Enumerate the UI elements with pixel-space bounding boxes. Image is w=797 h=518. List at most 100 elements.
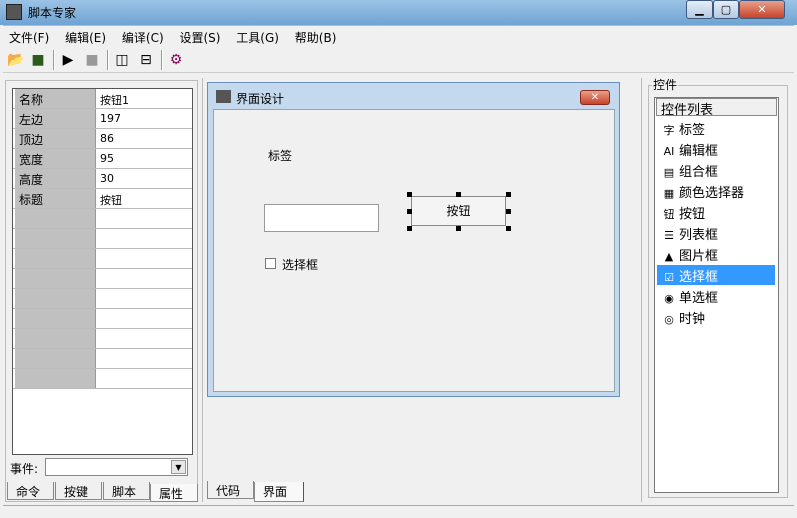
save-icon[interactable]: ■ [29, 51, 47, 69]
property-row-empty [13, 249, 192, 269]
close-button[interactable]: ✕ [739, 0, 785, 19]
control-icon: ▲ [664, 250, 674, 263]
menu-file[interactable]: 文件(F) [3, 26, 55, 46]
design-canvas[interactable]: 标签 按钮 选择框 [213, 109, 615, 392]
tab-command[interactable]: 命令 [7, 482, 54, 500]
property-row-empty [13, 289, 192, 309]
property-row-empty [13, 209, 192, 229]
toolbar: 📂 ■ ▶ ■ ◫ ⊟ ⚙ [3, 47, 794, 73]
chevron-down-icon[interactable]: ▼ [171, 460, 186, 474]
property-value[interactable]: 86 [97, 129, 117, 148]
control-icon: AI [663, 145, 675, 158]
maximize-button[interactable]: ▢ [713, 0, 739, 19]
control-item[interactable]: ☰ 列表框 [657, 223, 775, 243]
menu-compile[interactable]: 编译(C) [116, 26, 170, 46]
control-icon: 钮 [663, 208, 675, 221]
design-button[interactable]: 按钮 [411, 196, 506, 226]
menu-bar: 文件(F) 编辑(E) 编译(C) 设置(S) 工具(G) 帮助(B) [3, 25, 794, 46]
control-item[interactable]: ▲ 图片框 [657, 244, 775, 264]
property-value[interactable]: 按钮 [97, 189, 125, 211]
tab-properties[interactable]: 属性 [150, 484, 198, 502]
property-row-empty [13, 329, 192, 349]
design-title: 界面设计 [236, 92, 285, 106]
layout-left-icon[interactable]: ◫ [113, 51, 131, 69]
design-checkbox-label[interactable]: 选择框 [282, 256, 318, 273]
control-item[interactable]: ◉ 单选框 [657, 286, 775, 306]
stop-icon[interactable]: ■ [83, 51, 101, 69]
status-bar [3, 505, 794, 518]
control-label: 选择框 [679, 270, 719, 285]
property-key: 标题 [15, 189, 96, 208]
form-icon [216, 90, 231, 103]
tab-script[interactable]: 脚本 [103, 482, 150, 500]
design-edit-box[interactable] [264, 204, 379, 232]
property-row-empty [13, 229, 192, 249]
property-row[interactable]: 标题 按钮 [13, 189, 192, 209]
control-label: 单选框 [679, 291, 719, 306]
controls-group-label: 控件 [652, 76, 679, 93]
property-grid: 名称 按钮1 左边 197 顶边 86 宽度 95 高度 30 标题 按钮 [12, 88, 193, 455]
property-key: 名称 [15, 89, 96, 108]
menu-tools[interactable]: 工具(G) [230, 26, 285, 46]
property-row[interactable]: 高度 30 [13, 169, 192, 189]
layout-top-icon[interactable]: ⊟ [137, 51, 155, 69]
app-icon [6, 4, 22, 20]
property-row-empty [13, 369, 192, 389]
control-label: 按钮 [679, 207, 706, 222]
control-label: 颜色选择器 [679, 186, 745, 201]
control-icon: ☰ [664, 229, 674, 242]
property-key: 高度 [15, 169, 96, 188]
property-value[interactable]: 30 [97, 169, 117, 188]
control-icon: ▦ [663, 187, 675, 200]
design-checkbox[interactable] [265, 258, 276, 269]
controls-list-header[interactable]: 控件列表 [656, 98, 777, 118]
controls-list: 控件列表 字标签 AI 编辑框 ▤ 组合框 ▦ 颜色选择器钮按钮 ☰ 列表框 ▲ 图片框 ☑ 选择框 ◉ 单… [654, 97, 779, 493]
design-window: 界面设计 ✕ 标签 按钮 选择框 [207, 82, 620, 397]
control-label: 列表框 [679, 228, 719, 243]
control-item[interactable]: ◎ 时钟 [657, 307, 775, 327]
control-icon: ◎ [664, 313, 674, 326]
property-row-empty [13, 309, 192, 329]
property-value[interactable]: 95 [97, 149, 117, 168]
property-row[interactable]: 顶边 86 [13, 129, 192, 149]
property-key: 左边 [15, 109, 96, 128]
property-value[interactable]: 197 [97, 109, 124, 128]
tab-hotkey[interactable]: 按键 [55, 482, 102, 500]
control-icon: ◉ [664, 292, 674, 305]
control-item[interactable]: 字标签 [657, 118, 775, 138]
property-key: 顶边 [15, 129, 96, 148]
menu-edit[interactable]: 编辑(E) [59, 26, 112, 46]
tab-code[interactable]: 代码 [207, 481, 254, 499]
event-label: 事件: [10, 462, 39, 476]
control-label: 组合框 [679, 165, 719, 180]
menu-settings[interactable]: 设置(S) [173, 26, 226, 46]
control-icon: 字 [663, 124, 675, 137]
property-key: 宽度 [15, 149, 96, 168]
tool-icon[interactable]: ⚙ [167, 51, 185, 69]
property-row-empty [13, 269, 192, 289]
run-icon[interactable]: ▶ [59, 51, 77, 69]
control-label: 图片框 [679, 249, 719, 264]
control-icon: ☑ [664, 271, 674, 284]
control-item[interactable]: AI 编辑框 [657, 139, 775, 159]
control-item[interactable]: 钮按钮 [657, 202, 775, 222]
property-row[interactable]: 名称 按钮1 [13, 89, 192, 109]
app-title: 脚本专家 [28, 6, 77, 20]
property-row[interactable]: 宽度 95 [13, 149, 192, 169]
control-label: 标签 [679, 123, 706, 138]
design-label[interactable]: 标签 [268, 147, 292, 164]
control-item[interactable]: ▤ 组合框 [657, 160, 775, 180]
minimize-button[interactable]: ▁ [686, 0, 713, 19]
open-folder-icon[interactable]: 📂 [7, 51, 25, 69]
control-icon: ▤ [663, 166, 675, 179]
event-select[interactable]: ▼ [45, 458, 188, 476]
control-label: 时钟 [679, 312, 706, 327]
property-row-empty [13, 349, 192, 369]
property-row[interactable]: 左边 197 [13, 109, 192, 129]
control-item[interactable]: ☑ 选择框 [657, 265, 775, 285]
design-close-button[interactable]: ✕ [580, 90, 610, 105]
control-item[interactable]: ▦ 颜色选择器 [657, 181, 775, 201]
menu-help[interactable]: 帮助(B) [289, 26, 343, 46]
property-value[interactable]: 按钮1 [97, 89, 132, 111]
tab-design[interactable]: 界面 [254, 482, 304, 502]
